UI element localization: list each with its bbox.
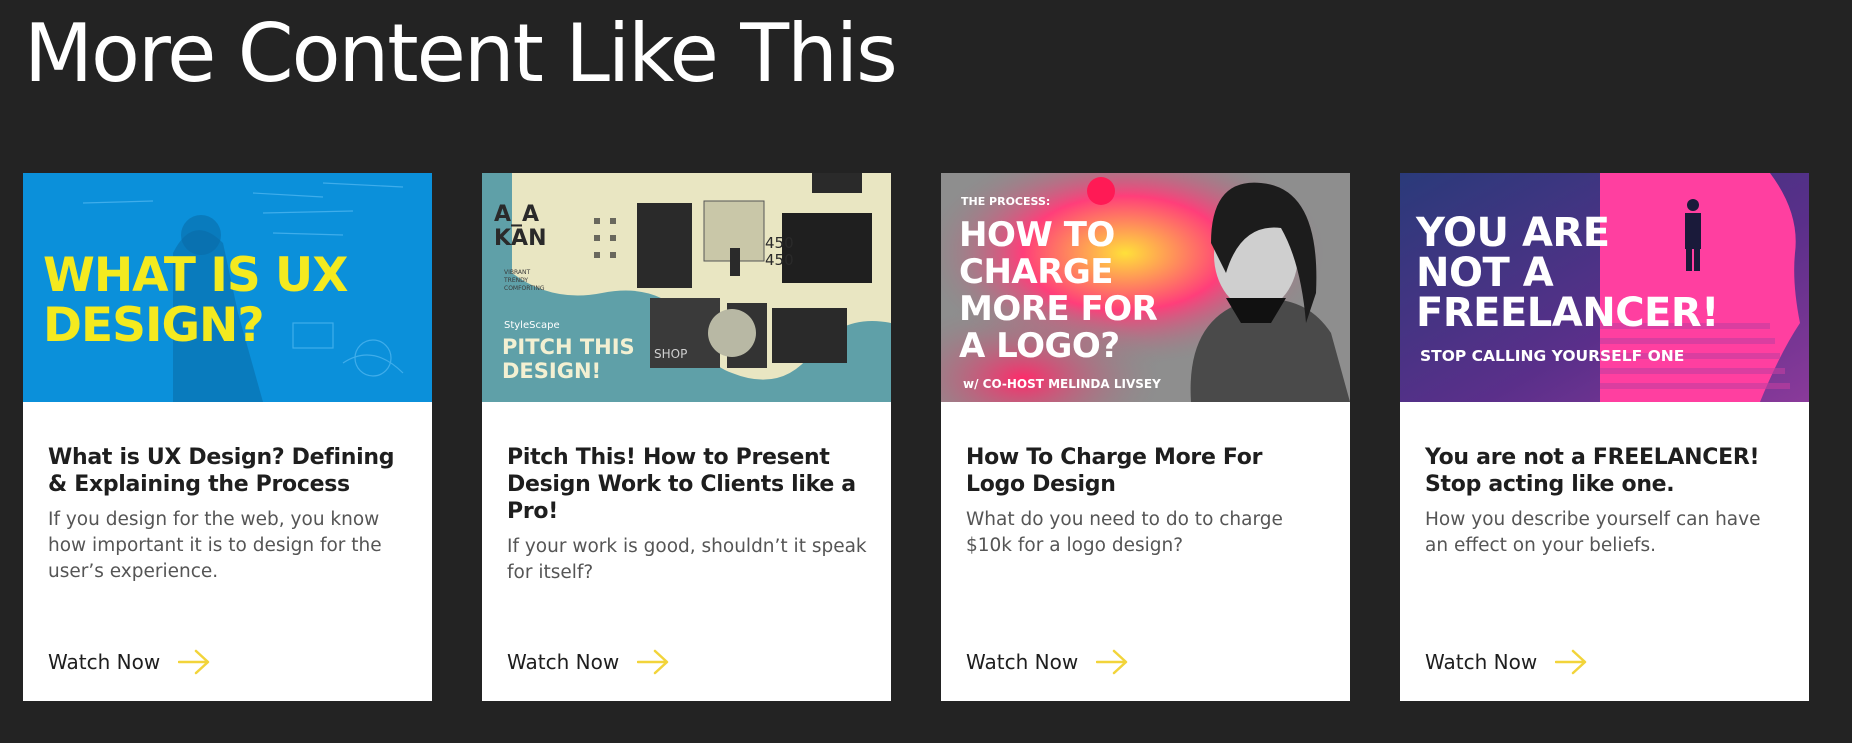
thumb-caption: STOP CALLING YOURSELF ONE: [1420, 347, 1685, 365]
card-description: If you design for the web, you know how …: [48, 509, 382, 582]
watch-now-link[interactable]: Watch Now: [1425, 649, 1587, 675]
thumb-small-text: StyleScape: [504, 320, 560, 331]
card-description: If your work is good, shouldn’t it speak…: [507, 536, 867, 583]
content-card[interactable]: A_A KAN VIBRANT TRENDY COMFORTING 450 45…: [482, 173, 891, 701]
thumb-caption: w/ CO-HOST MELINDA LIVSEY: [963, 377, 1161, 391]
card-title[interactable]: You are not a FREELANCER! Stop acting li…: [1425, 444, 1787, 498]
thumb-line: DESIGN?: [43, 298, 265, 353]
arrow-right-icon: [637, 649, 669, 675]
content-card[interactable]: THE PROCESS: HOW TO CHARGE MORE FOR A LO…: [941, 173, 1350, 701]
card-thumbnail[interactable]: THE PROCESS: HOW TO CHARGE MORE FOR A LO…: [941, 173, 1350, 402]
card-thumbnail[interactable]: A_A KAN VIBRANT TRENDY COMFORTING 450 45…: [482, 173, 891, 402]
watch-now-label: Watch Now: [48, 650, 161, 674]
page-title: More Content Like This: [24, 7, 898, 100]
thumb-line: CHARGE: [959, 252, 1114, 292]
thumb-line: WHAT IS UX: [43, 248, 348, 303]
arrow-right-icon: [178, 649, 210, 675]
thumb-line: PITCH THIS: [502, 335, 635, 359]
card-description: What do you need to do to charge $10k fo…: [966, 509, 1283, 556]
thumb-text: VIBRANT: [504, 269, 531, 276]
thumb-text: TRENDY: [504, 277, 529, 284]
watch-now-link[interactable]: Watch Now: [507, 649, 669, 675]
watch-now-link[interactable]: Watch Now: [48, 649, 210, 675]
thumb-text: COMFORTING: [504, 285, 545, 292]
thumb-small-text: THE PROCESS:: [961, 195, 1051, 208]
watch-now-link[interactable]: Watch Now: [966, 649, 1128, 675]
thumb-line: DESIGN!: [502, 359, 602, 383]
thumb-text: 450: [765, 234, 794, 252]
thumb-text: A_A: [494, 202, 540, 227]
thumb-line: FREELANCER!: [1416, 290, 1719, 336]
watch-now-label: Watch Now: [1425, 650, 1538, 674]
watch-now-label: Watch Now: [966, 650, 1079, 674]
card-title[interactable]: How To Charge More For Logo Design: [966, 444, 1328, 498]
watch-now-label: Watch Now: [507, 650, 620, 674]
thumb-line: MORE FOR: [959, 289, 1158, 329]
thumb-text: SHOP: [654, 347, 688, 361]
card-title[interactable]: Pitch This! How to Present Design Work t…: [507, 444, 869, 525]
card-thumbnail[interactable]: WHAT IS UX DESIGN?: [23, 173, 432, 402]
thumb-line: A LOGO?: [959, 326, 1120, 366]
arrow-right-icon: [1096, 649, 1128, 675]
content-card[interactable]: WHAT IS UX DESIGN? What is UX Design? De…: [23, 173, 432, 701]
arrow-right-icon: [1555, 649, 1587, 675]
content-card[interactable]: YOU ARE NOT A FREELANCER! STOP CALLING Y…: [1400, 173, 1809, 701]
card-title[interactable]: What is UX Design? Defining & Explaining…: [48, 444, 410, 498]
thumb-text: 450: [765, 251, 794, 269]
card-thumbnail[interactable]: YOU ARE NOT A FREELANCER! STOP CALLING Y…: [1400, 173, 1809, 402]
card-description: How you describe yourself can have an ef…: [1425, 509, 1761, 556]
thumb-text: KAN: [494, 226, 547, 251]
thumb-line: HOW TO: [959, 215, 1115, 255]
